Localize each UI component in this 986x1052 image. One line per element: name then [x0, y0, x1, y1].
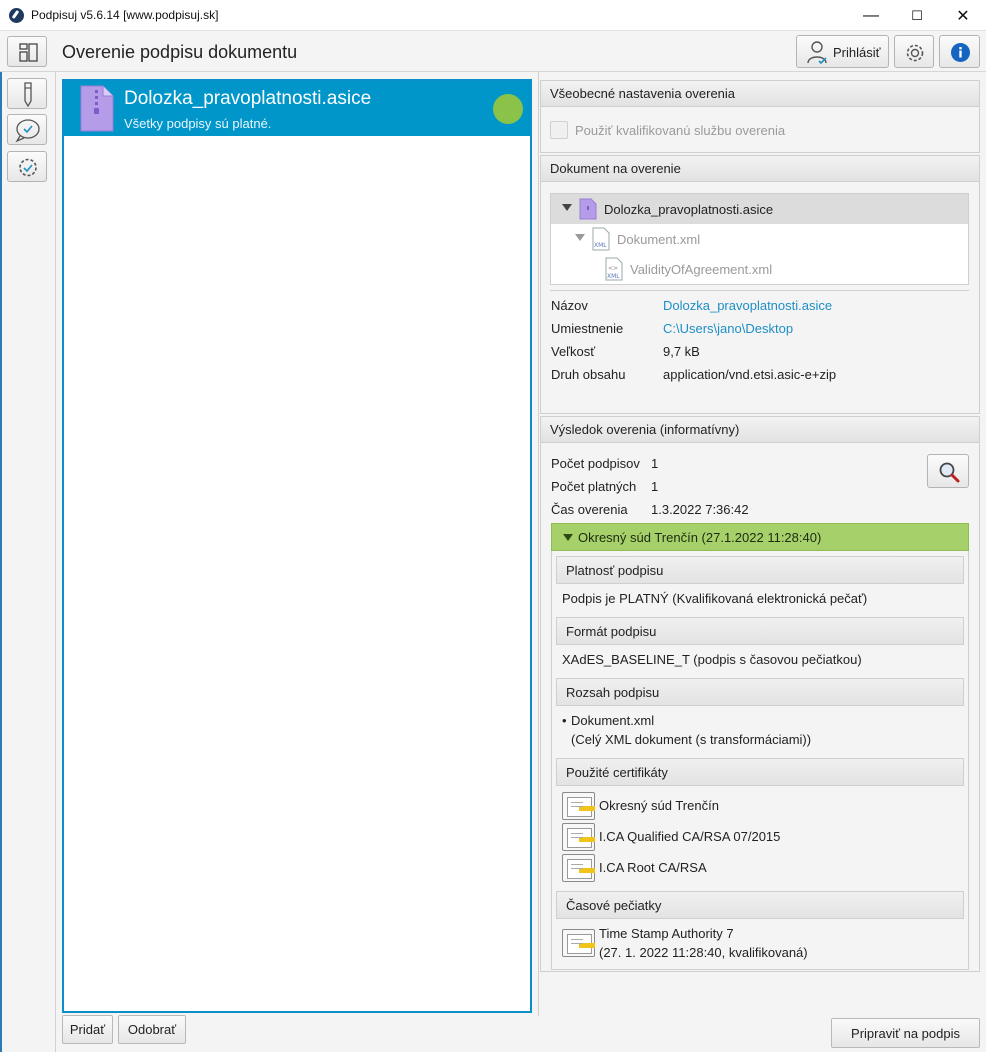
panel-layout-icon	[19, 43, 38, 62]
signature-title: Okresný súd Trenčín (27.1.2022 11:28:40)	[578, 530, 822, 545]
prop-label: Veľkosť	[551, 344, 596, 359]
certificate-icon[interactable]	[562, 792, 595, 820]
add-button[interactable]: Pridať	[62, 1015, 113, 1044]
prop-location-link[interactable]: C:\Users\jano\Desktop	[663, 321, 793, 336]
file-list[interactable]	[62, 79, 532, 1013]
scope-header[interactable]: Rozsah podpisu	[556, 678, 964, 706]
scope-bullet: •	[562, 713, 567, 728]
user-icon	[807, 41, 827, 65]
remove-button[interactable]: Odobrať	[118, 1015, 186, 1044]
validity-header[interactable]: Platnosť podpisu	[556, 556, 964, 584]
prop-label: Umiestnenie	[551, 321, 624, 336]
settings-button[interactable]	[894, 35, 934, 68]
minimize-button[interactable]: —	[848, 0, 894, 31]
login-button[interactable]: Prihlásiť	[796, 35, 889, 68]
prop-name-link[interactable]: Dolozka_pravoplatnosti.asice	[663, 298, 832, 313]
certificate-name[interactable]: Okresný súd Trenčín	[599, 798, 719, 813]
status-valid-icon	[493, 94, 523, 124]
rail-sign-button[interactable]	[7, 78, 47, 109]
panel-divider[interactable]	[538, 72, 539, 1016]
svg-text:<>: <>	[608, 265, 618, 272]
tree-item-label: ValidityOfAgreement.xml	[630, 262, 773, 277]
prop-label: Druh obsahu	[551, 367, 626, 382]
divider	[550, 290, 969, 291]
expand-arrow-icon[interactable]	[575, 234, 585, 241]
format-value: XAdES_BASELINE_T (podpis s časovou pečia…	[562, 652, 862, 667]
tree-item-label: Dolozka_pravoplatnosti.asice	[604, 202, 774, 217]
timestamps-header[interactable]: Časové pečiatky	[556, 891, 964, 919]
certificate-icon[interactable]	[562, 823, 595, 851]
prop-value: application/vnd.etsi.asic-e+zip	[663, 367, 837, 382]
validity-value: Podpis je PLATNÝ (Kvalifikovaná elektron…	[562, 591, 868, 606]
collapse-arrow-icon[interactable]	[563, 534, 573, 541]
prop-label: Názov	[551, 298, 588, 313]
left-rail	[0, 72, 56, 1052]
stat-label: Čas overenia	[551, 502, 628, 517]
stat-label: Počet podpisov	[551, 456, 640, 471]
timestamp-detail: (27. 1. 2022 11:28:40, kvalifikovaná)	[599, 945, 808, 960]
tree-item-label: Dokument.xml	[617, 232, 701, 247]
file-status: Všetky podpisy sú platné.	[124, 116, 272, 131]
info-button[interactable]	[939, 35, 980, 68]
prop-value: 9,7 kB	[663, 344, 700, 359]
close-button[interactable]: ✕	[940, 0, 986, 31]
maximize-button[interactable]: ☐	[894, 0, 940, 31]
xml-file-icon: XML	[592, 227, 610, 251]
rail-verify-button[interactable]	[7, 114, 47, 145]
rail-edge	[0, 72, 2, 1052]
asice-file-icon	[80, 85, 114, 132]
settings-section-header[interactable]: Všeobecné nastavenia overenia	[540, 80, 980, 107]
rail-settings-button[interactable]	[7, 151, 47, 182]
scope-detail: (Celý XML dokument (s transformáciami))	[571, 732, 812, 747]
pen-icon	[24, 82, 32, 108]
xml-file-icon: <> XML	[605, 257, 623, 281]
certificate-name[interactable]: I.CA Root CA/RSA	[599, 860, 707, 875]
stat-value: 1.3.2022 7:36:42	[651, 502, 749, 517]
certs-header[interactable]: Použité certifikáty	[556, 758, 964, 786]
scope-item: Dokument.xml	[571, 713, 655, 728]
login-label: Prihlásiť	[833, 45, 881, 60]
stat-label: Počet platných	[551, 479, 637, 494]
gear-icon	[906, 44, 924, 62]
svg-text:XML: XML	[607, 273, 620, 280]
file-name: Dolozka_pravoplatnosti.asice	[124, 88, 372, 109]
certificate-name[interactable]: I.CA Qualified CA/RSA 07/2015	[599, 829, 780, 844]
certificate-icon[interactable]	[562, 854, 595, 882]
expand-arrow-icon[interactable]	[562, 204, 572, 211]
window-title: Podpisuj v5.6.14 [www.podpisuj.sk]	[31, 8, 219, 22]
stat-value: 1	[651, 479, 659, 494]
qualified-service-label: Použiť kvalifikovanú službu overenia	[575, 123, 786, 138]
gear-icon	[19, 158, 37, 177]
format-header[interactable]: Formát podpisu	[556, 617, 964, 645]
prepare-to-sign-button[interactable]: Pripraviť na podpis	[831, 1018, 980, 1048]
timestamp-name[interactable]: Time Stamp Authority 7	[599, 926, 734, 941]
info-icon	[951, 43, 970, 62]
result-section-header[interactable]: Výsledok overenia (informatívny)	[540, 416, 980, 443]
details-search-button[interactable]	[927, 454, 969, 488]
page-title: Overenie podpisu dokumentu	[62, 42, 298, 62]
asice-file-icon	[579, 198, 597, 220]
document-section-header[interactable]: Dokument na overenie	[540, 155, 980, 182]
certificate-icon[interactable]	[562, 929, 595, 957]
toggle-panel-button[interactable]	[7, 36, 47, 67]
svg-text:XML: XML	[594, 242, 607, 249]
app-logo-icon	[9, 8, 24, 23]
magnifier-icon	[939, 462, 960, 483]
qualified-service-checkbox[interactable]	[550, 121, 568, 139]
verify-bubble-icon	[15, 119, 40, 143]
stat-value: 1	[651, 456, 659, 471]
